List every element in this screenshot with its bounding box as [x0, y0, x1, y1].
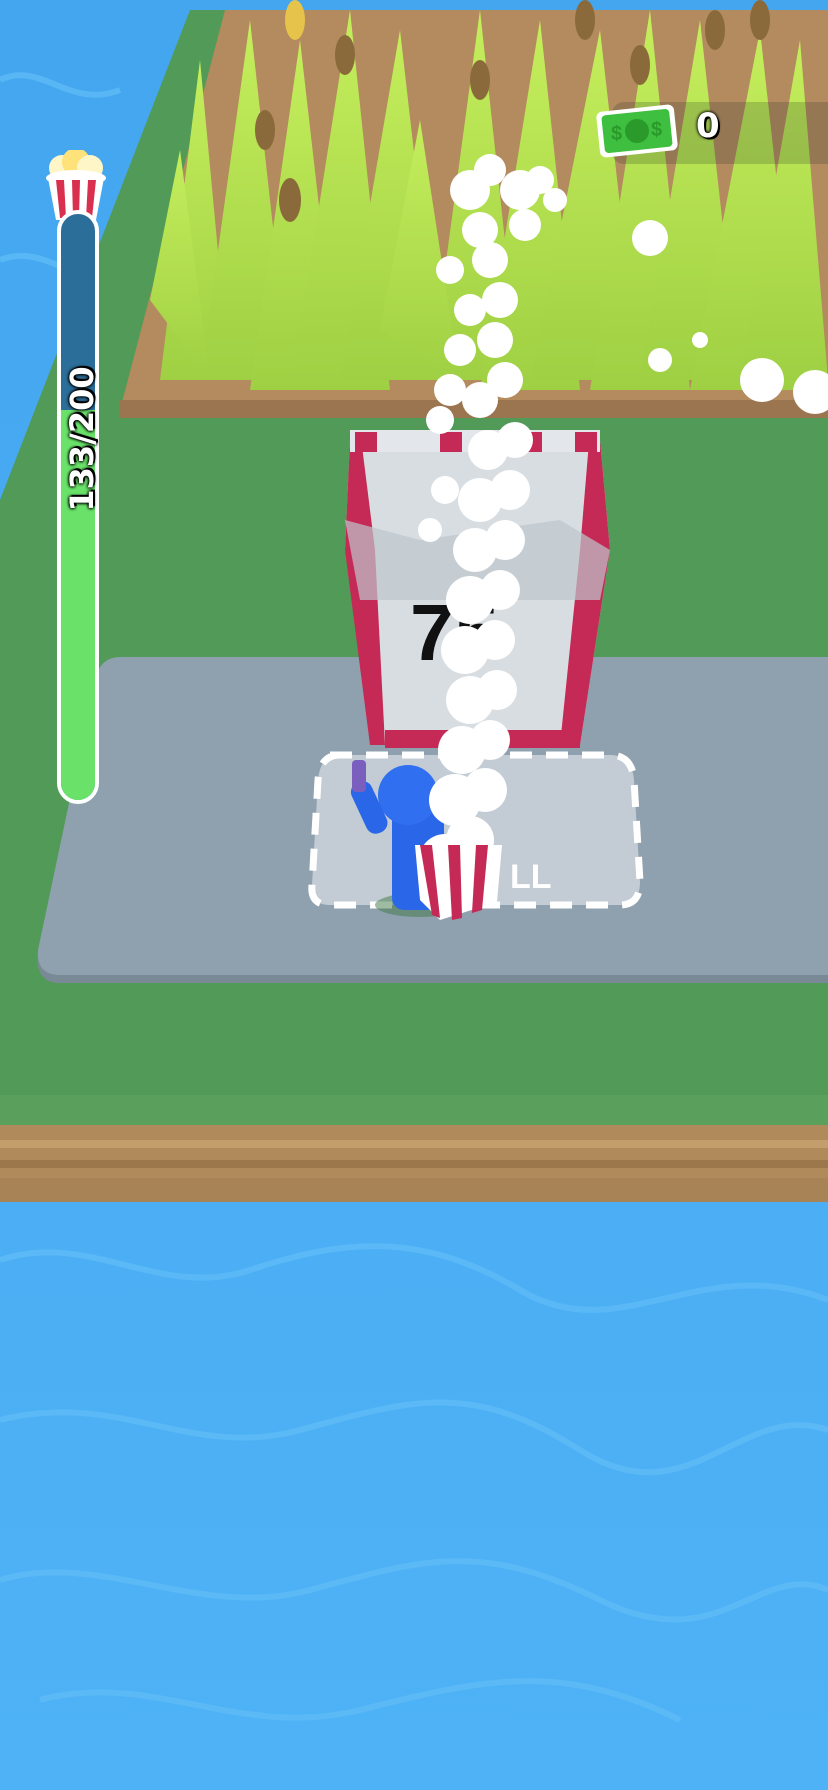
money-amount: 0: [696, 106, 720, 146]
money-counter: $ $ 0: [592, 96, 828, 172]
capacity-text: 133/200: [63, 366, 101, 512]
game-scene: LL 75: [0, 0, 828, 1790]
island-dirt-edge: [0, 1125, 828, 1202]
svg-text:$: $: [611, 123, 622, 145]
island-grass-edge: [0, 1095, 828, 1127]
popcorn-capacity-meter: 133/200: [44, 150, 108, 804]
cash-bill-icon: $ $: [596, 104, 678, 158]
svg-text:$: $: [651, 119, 662, 141]
sell-zone-label: LL: [510, 858, 552, 896]
